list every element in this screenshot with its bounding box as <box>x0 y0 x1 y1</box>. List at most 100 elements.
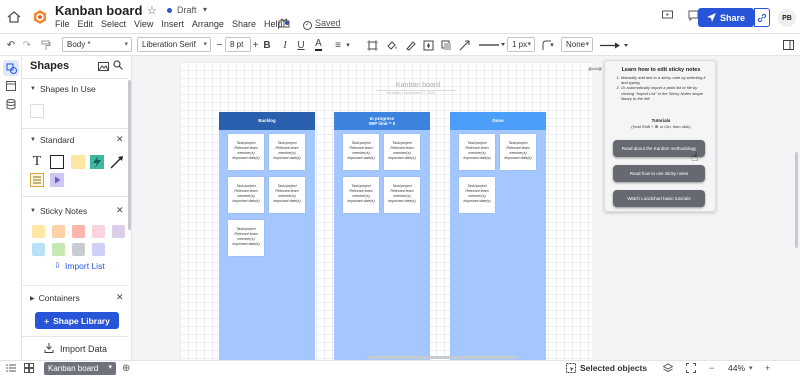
play-shape-icon[interactable] <box>50 173 64 187</box>
font-size-field[interactable]: 8 pt <box>225 37 251 52</box>
line-color-icon[interactable] <box>404 37 416 53</box>
panel-scrollbar[interactable] <box>128 80 131 230</box>
close-icon[interactable]: ✕ <box>116 134 124 145</box>
sticky-blue[interactable] <box>32 243 45 256</box>
decrease-font-icon[interactable]: − <box>215 37 224 53</box>
lightning-shape-icon[interactable] <box>90 155 104 169</box>
menu-edit[interactable]: Edit <box>78 19 94 29</box>
data-rail-icon[interactable] <box>3 96 19 112</box>
undo-icon[interactable]: ↶ <box>5 37 17 53</box>
chevron-down-icon[interactable]: ▾ <box>345 37 351 53</box>
text-color-icon[interactable]: A <box>313 37 324 53</box>
chevron-down-icon[interactable]: ▾ <box>549 37 555 53</box>
increase-font-icon[interactable]: + <box>251 37 260 53</box>
shadow-icon[interactable] <box>440 37 452 53</box>
format-painter-icon[interactable] <box>40 37 52 53</box>
board-title[interactable]: Kanban board <box>396 82 440 89</box>
vertical-scrollbar[interactable] <box>795 152 798 248</box>
column-header[interactable]: Done <box>450 112 546 130</box>
panel-toggle-icon[interactable] <box>782 37 794 53</box>
chevron-down-icon[interactable]: ▾ <box>749 364 753 372</box>
chevron-down-icon[interactable]: ▾ <box>203 5 207 14</box>
section-containers[interactable]: ▶ Containers <box>30 293 80 303</box>
sticky-gray[interactable] <box>72 243 85 256</box>
close-icon[interactable]: ✕ <box>116 205 124 216</box>
board-subtitle[interactable]: Pat Bates | November 27, 2023 <box>386 91 435 95</box>
redo-icon[interactable]: ↷ <box>21 37 33 53</box>
expand-arrows-icon[interactable]: ⟺ <box>587 62 603 76</box>
sticky-purple[interactable] <box>112 225 125 238</box>
arrow-end-select[interactable] <box>598 37 632 53</box>
sticky-note-card[interactable]: Task/project Relevant team member(s) Import… <box>459 134 495 170</box>
sticky-note-card[interactable]: Task/project Relevant team member(s) Import… <box>384 177 420 213</box>
column-header[interactable]: Backlog <box>219 112 315 130</box>
sticky-note-card[interactable]: Task/project Relevant team member(s) Import… <box>384 134 420 170</box>
frames-rail-icon[interactable] <box>3 78 19 94</box>
menu-insert[interactable]: Insert <box>161 19 184 29</box>
grid-view-icon[interactable] <box>24 363 34 375</box>
features-icon[interactable] <box>278 17 290 31</box>
selected-objects-toggle[interactable]: Selected objects <box>566 363 647 373</box>
column-header[interactable]: In progress WIP limit = 5 <box>334 112 430 130</box>
import-data-button[interactable]: Import Data <box>44 343 107 355</box>
sticky-note-card[interactable]: Task/project Relevant team member(s) Import… <box>343 177 379 213</box>
text-shape-icon[interactable]: T <box>30 155 44 169</box>
menu-share[interactable]: Share <box>232 19 256 29</box>
image-icon[interactable] <box>98 62 109 74</box>
sticky-notes-help-button[interactable]: Read how to use sticky notes <box>613 165 705 182</box>
sticky-note-card[interactable]: Task/project Relevant team member(s) Import… <box>500 134 536 170</box>
sticky-note-card[interactable]: Task/project Relevant team member(s) Import… <box>459 177 495 213</box>
fit-to-screen-icon[interactable] <box>686 363 696 375</box>
close-icon[interactable]: ✕ <box>116 292 124 303</box>
sticky-pink[interactable] <box>92 225 105 238</box>
draft-label[interactable]: Draft <box>177 5 197 15</box>
sticky-orange[interactable] <box>52 225 65 238</box>
italic-icon[interactable]: I <box>280 37 290 53</box>
image-crop-icon[interactable] <box>458 37 470 53</box>
sticky-lavender[interactable] <box>92 243 105 256</box>
shape-library-button[interactable]: + Shape Library <box>35 312 119 329</box>
section-sticky-notes[interactable]: ▼ Sticky Notes <box>30 206 87 216</box>
list-shape-icon[interactable] <box>30 173 44 187</box>
menu-arrange[interactable]: Arrange <box>192 19 224 29</box>
copy-link-icon[interactable] <box>754 8 770 27</box>
shapes-rail-icon[interactable] <box>3 60 19 76</box>
sticky-note-card[interactable]: Task/project Relevant team member(s) Import… <box>228 134 264 170</box>
avatar[interactable]: PB <box>778 9 796 27</box>
page-list-icon[interactable] <box>6 363 16 375</box>
menu-select[interactable]: Select <box>101 19 126 29</box>
fill-color-icon[interactable] <box>386 37 398 53</box>
page-tab[interactable]: Kanban board ▾ <box>44 362 116 375</box>
zoom-in-icon[interactable]: + <box>765 363 770 373</box>
home-icon[interactable] <box>6 9 22 25</box>
share-button[interactable]: Share <box>698 8 754 27</box>
shape-in-use-blank[interactable] <box>30 104 44 118</box>
style-select[interactable]: Body * ▾ <box>62 37 132 52</box>
sticky-yellow[interactable] <box>32 225 45 238</box>
basic-tutorials-button[interactable]: Watch Lucidchart basic tutorials <box>613 190 705 207</box>
sticky-note-card[interactable]: Task/project Relevant team member(s) Import… <box>228 220 264 256</box>
lucid-logo-icon[interactable] <box>32 9 48 25</box>
sticky-green[interactable] <box>52 243 65 256</box>
underline-icon[interactable]: U <box>296 37 306 53</box>
import-list-link[interactable]: Import List <box>65 261 105 271</box>
opacity-icon[interactable] <box>422 37 434 53</box>
learn-sticky-notes-panel[interactable]: Learn how to edit sticky notes Manually … <box>604 60 716 212</box>
zoom-level[interactable]: 44% <box>728 363 745 373</box>
sticky-shape-icon[interactable] <box>71 155 85 169</box>
horizontal-scrollbar[interactable] <box>368 356 518 359</box>
arrow-start-select[interactable]: None ▾ <box>561 37 593 52</box>
font-select[interactable]: Liberation Serif ▾ <box>137 37 211 52</box>
rectangle-shape-icon[interactable] <box>50 155 64 169</box>
sticky-red[interactable] <box>72 225 85 238</box>
zoom-out-icon[interactable]: − <box>709 363 714 373</box>
line-style-select[interactable] <box>474 37 510 53</box>
bold-icon[interactable]: B <box>262 37 272 53</box>
section-standard[interactable]: ▼ Standard <box>30 135 74 145</box>
sticky-note-card[interactable]: Task/project Relevant team member(s) Import… <box>269 134 305 170</box>
align-icon[interactable]: ≡ <box>332 37 344 53</box>
canvas-page[interactable]: Kanban board Pat Bates | November 27, 20… <box>180 62 592 360</box>
menu-view[interactable]: View <box>134 19 153 29</box>
canvas[interactable]: Kanban board Pat Bates | November 27, 20… <box>132 56 800 360</box>
sticky-note-card[interactable]: Task/project Relevant team member(s) Import… <box>228 177 264 213</box>
